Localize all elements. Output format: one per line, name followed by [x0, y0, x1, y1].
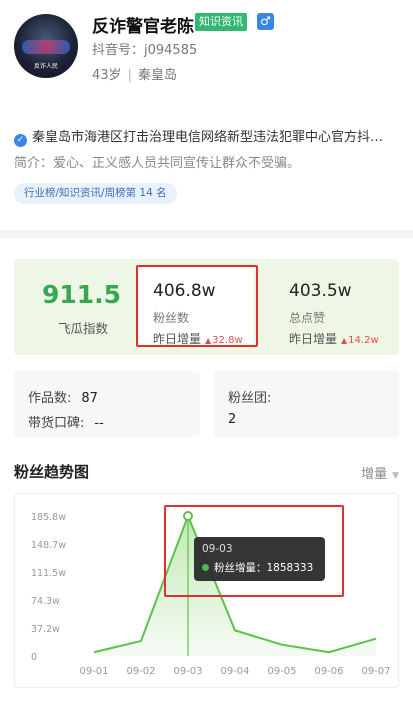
likes-label: 总点赞 — [289, 311, 326, 325]
likes-inc-label: 昨日增量 — [289, 332, 338, 346]
y-tick-label: 37.2w — [31, 624, 60, 635]
y-tick-label: 148.7w — [31, 540, 66, 551]
likes-stat-cell[interactable]: 403.5w 总点赞 昨日增量 ▲14.2w — [275, 268, 389, 346]
reputation-value: -- — [94, 416, 104, 431]
avatar-light-glow — [22, 40, 70, 54]
works-value: 87 — [81, 391, 98, 406]
x-tick-label: 09-02 — [126, 666, 155, 677]
category-tag: 知识资讯 — [195, 13, 247, 31]
douyin-id: 抖音号：j094585 — [92, 43, 198, 58]
trend-mode-select[interactable]: 增量 ▼ — [361, 463, 399, 482]
x-tick-label: 09-03 — [173, 666, 202, 677]
location: 秦皇岛 — [137, 68, 177, 83]
account-name: 反诈警官老陈 — [92, 17, 194, 37]
likes-inc-value-wrap: ▲14.2w — [341, 335, 379, 346]
likes-count: 403.5w — [289, 281, 352, 301]
age: 43岁 — [92, 68, 122, 83]
trend-mode-value: 增量 — [361, 467, 388, 482]
verification-row: ✓ 秦皇岛市海港区打击治理电信网络新型违法犯罪中心官方抖… — [14, 126, 404, 147]
avatar-caption: 反诈人民 — [33, 63, 58, 70]
profile-page: 反诈人民 反诈警官老陈 知识资讯 ♂ 抖音号：j094585 43岁 | 秦皇岛 ✓… — [0, 0, 413, 708]
works-card: 作品数: 87 带货口碑: -- — [14, 371, 200, 437]
male-symbol-icon: ♂ — [257, 13, 274, 30]
intro-text: 简介：爱心、正义感人员共同宣传让群众不受骗。 — [14, 156, 301, 171]
fan-group-value: 2 — [228, 412, 237, 427]
y-tick-label: 74.3w — [31, 596, 60, 607]
y-tick-label: 185.8w — [31, 512, 66, 523]
likes-inc-value: 14.2w — [348, 335, 379, 346]
verified-check-icon: ✓ — [14, 134, 27, 147]
feigua-index-value: 911.5 — [42, 280, 122, 309]
age-location: 43岁 | 秦皇岛 — [92, 64, 177, 83]
x-tick-label: 09-07 — [361, 666, 390, 677]
x-tick-label: 09-06 — [314, 666, 343, 677]
trend-title: 粉丝趋势图 — [14, 463, 90, 481]
reputation-label: 带货口碑: — [28, 416, 85, 431]
fan-group-label: 粉丝团: — [228, 391, 272, 406]
y-tick-label: 0 — [31, 652, 37, 663]
feigua-index-label: 飞瓜指数 — [58, 321, 109, 336]
separator: | — [127, 68, 132, 83]
chevron-down-icon: ▼ — [392, 471, 399, 481]
y-tick-label: 111.5w — [31, 568, 66, 579]
up-arrow-icon: ▲ — [341, 336, 348, 345]
tooltip-highlight-box — [164, 505, 344, 597]
verification-text: 秦皇岛市海港区打击治理电信网络新型违法犯罪中心官方抖… — [32, 130, 384, 145]
fans-highlight-box — [136, 265, 258, 347]
likes-increase: 昨日增量 ▲14.2w — [289, 330, 379, 347]
fan-group-card: 粉丝团: 2 — [214, 371, 399, 437]
rank-badge[interactable]: 行业榜/知识资讯/周榜第 14 名 — [14, 183, 177, 204]
works-label: 作品数: — [28, 391, 72, 406]
avatar[interactable]: 反诈人民 — [14, 14, 78, 78]
reputation-row: 带货口碑: -- — [28, 412, 104, 431]
x-tick-label: 09-01 — [79, 666, 108, 677]
works-row: 作品数: 87 — [28, 387, 98, 406]
profile-section: 反诈人民 反诈警官老陈 知识资讯 ♂ 抖音号：j094585 43岁 | 秦皇岛 ✓… — [0, 0, 413, 230]
x-tick-label: 09-04 — [220, 666, 249, 677]
x-tick-label: 09-05 — [267, 666, 296, 677]
